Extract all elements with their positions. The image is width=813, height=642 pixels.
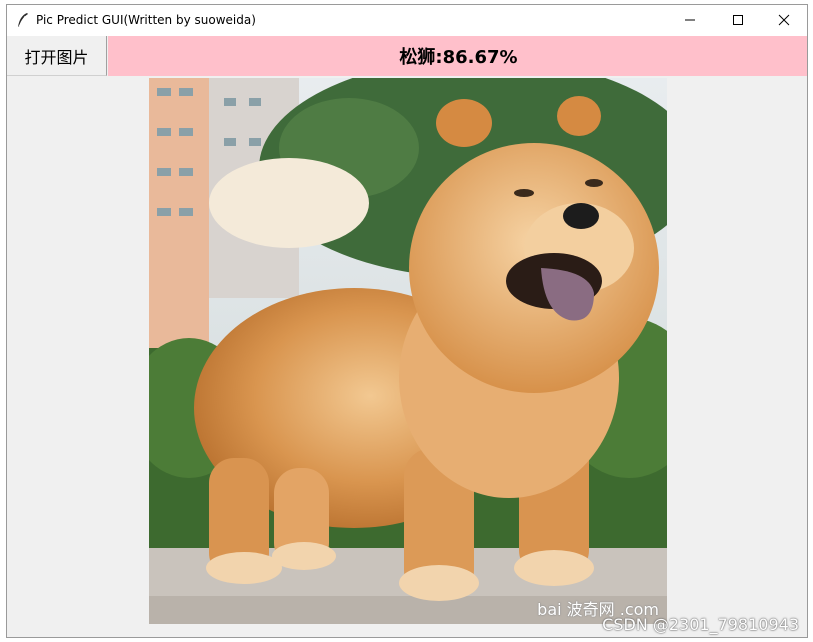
app-window: Pic Predict GUI(Written by suoweida) 打开图…: [6, 4, 808, 638]
minimize-button[interactable]: [667, 5, 713, 36]
window-title: Pic Predict GUI(Written by suoweida): [36, 13, 256, 27]
predicted-photo: bai 波奇网 .com: [149, 78, 667, 624]
open-image-button[interactable]: 打开图片: [7, 36, 107, 76]
prediction-result-label: 松狮:86.67%: [108, 36, 807, 76]
csdn-watermark: CSDN @2301_79810943: [602, 615, 799, 634]
close-button[interactable]: [761, 5, 807, 36]
maximize-icon: [732, 11, 744, 30]
title-bar[interactable]: Pic Predict GUI(Written by suoweida): [7, 5, 807, 36]
minimize-icon: [684, 11, 696, 30]
feather-icon: [16, 12, 30, 28]
maximize-button[interactable]: [715, 5, 761, 36]
close-icon: [778, 11, 790, 30]
